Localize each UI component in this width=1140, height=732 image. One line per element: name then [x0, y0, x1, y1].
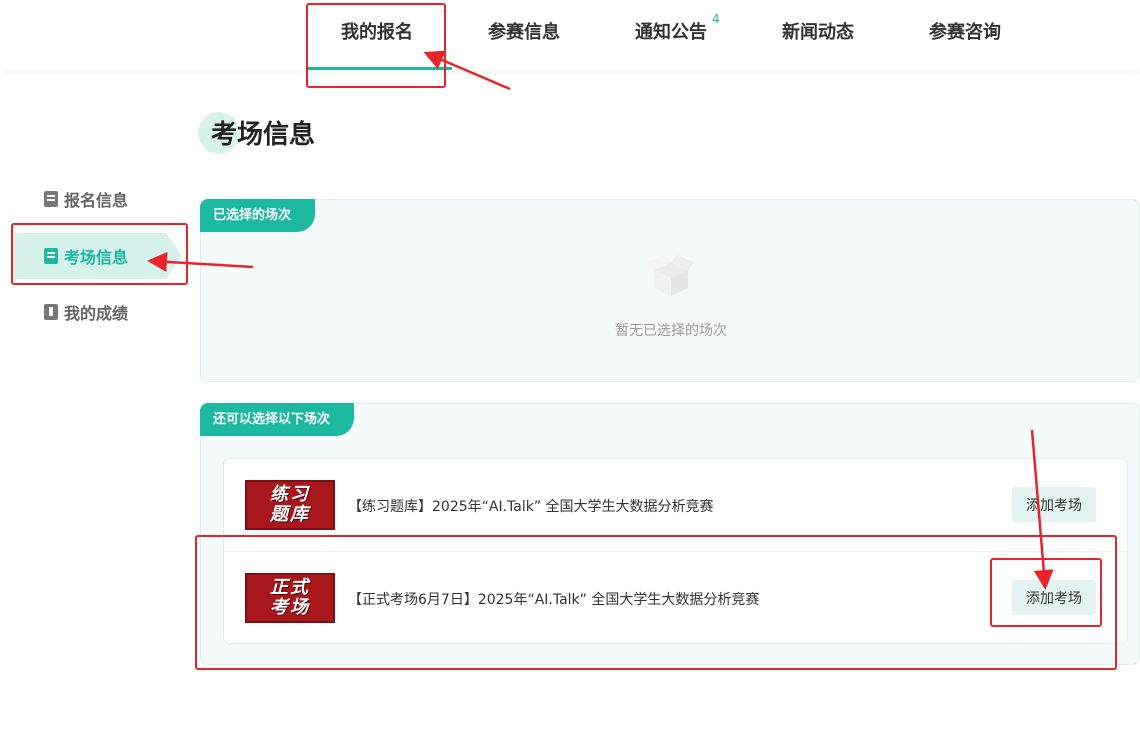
- annotation-box-nav: [306, 3, 446, 88]
- selected-sessions-panel: 已选择的场次 暂无已选择的场次: [200, 199, 1140, 382]
- empty-box-icon: [648, 255, 694, 296]
- sidebar-item-label: 报名信息: [64, 191, 129, 210]
- top-navigation: 我的报名 参赛信息 通知公告 4 新闻动态 参赛咨询: [0, 0, 1140, 70]
- announcement-count-badge: 4: [712, 12, 720, 26]
- thumbnail-text: 练习: [270, 484, 310, 505]
- nav-competition-info[interactable]: 参赛信息: [488, 18, 560, 46]
- panel-tag: 已选择的场次: [200, 199, 316, 232]
- nav-announcements[interactable]: 通知公告: [635, 18, 707, 46]
- add-exam-room-button[interactable]: 添加考场: [1012, 487, 1096, 522]
- empty-state-text: 暂无已选择的场次: [615, 323, 727, 339]
- annotation-box-sidebar: [11, 223, 188, 285]
- annotation-box-formal-row: [195, 535, 1117, 670]
- thumbnail-text: 题库: [270, 504, 310, 525]
- sidebar-item-registration-info[interactable]: 报名信息: [14, 176, 184, 222]
- score-icon: [44, 304, 58, 320]
- session-title: 【练习题库】2025年“AI.Talk” 全国大学生大数据分析竞赛: [348, 499, 714, 515]
- sidebar-item-label: 我的成绩: [64, 304, 129, 323]
- annotation-box-add-button: [990, 558, 1102, 627]
- practice-bank-thumbnail: 练习 题库: [245, 480, 335, 530]
- nav-consultation[interactable]: 参赛咨询: [929, 18, 1001, 46]
- panel-tag: 还可以选择以下场次: [200, 403, 355, 436]
- edit-doc-icon: [44, 191, 58, 207]
- page-title: 考场信息: [211, 120, 316, 150]
- nav-news[interactable]: 新闻动态: [782, 18, 854, 46]
- sidebar-item-my-scores[interactable]: 我的成绩: [14, 289, 184, 335]
